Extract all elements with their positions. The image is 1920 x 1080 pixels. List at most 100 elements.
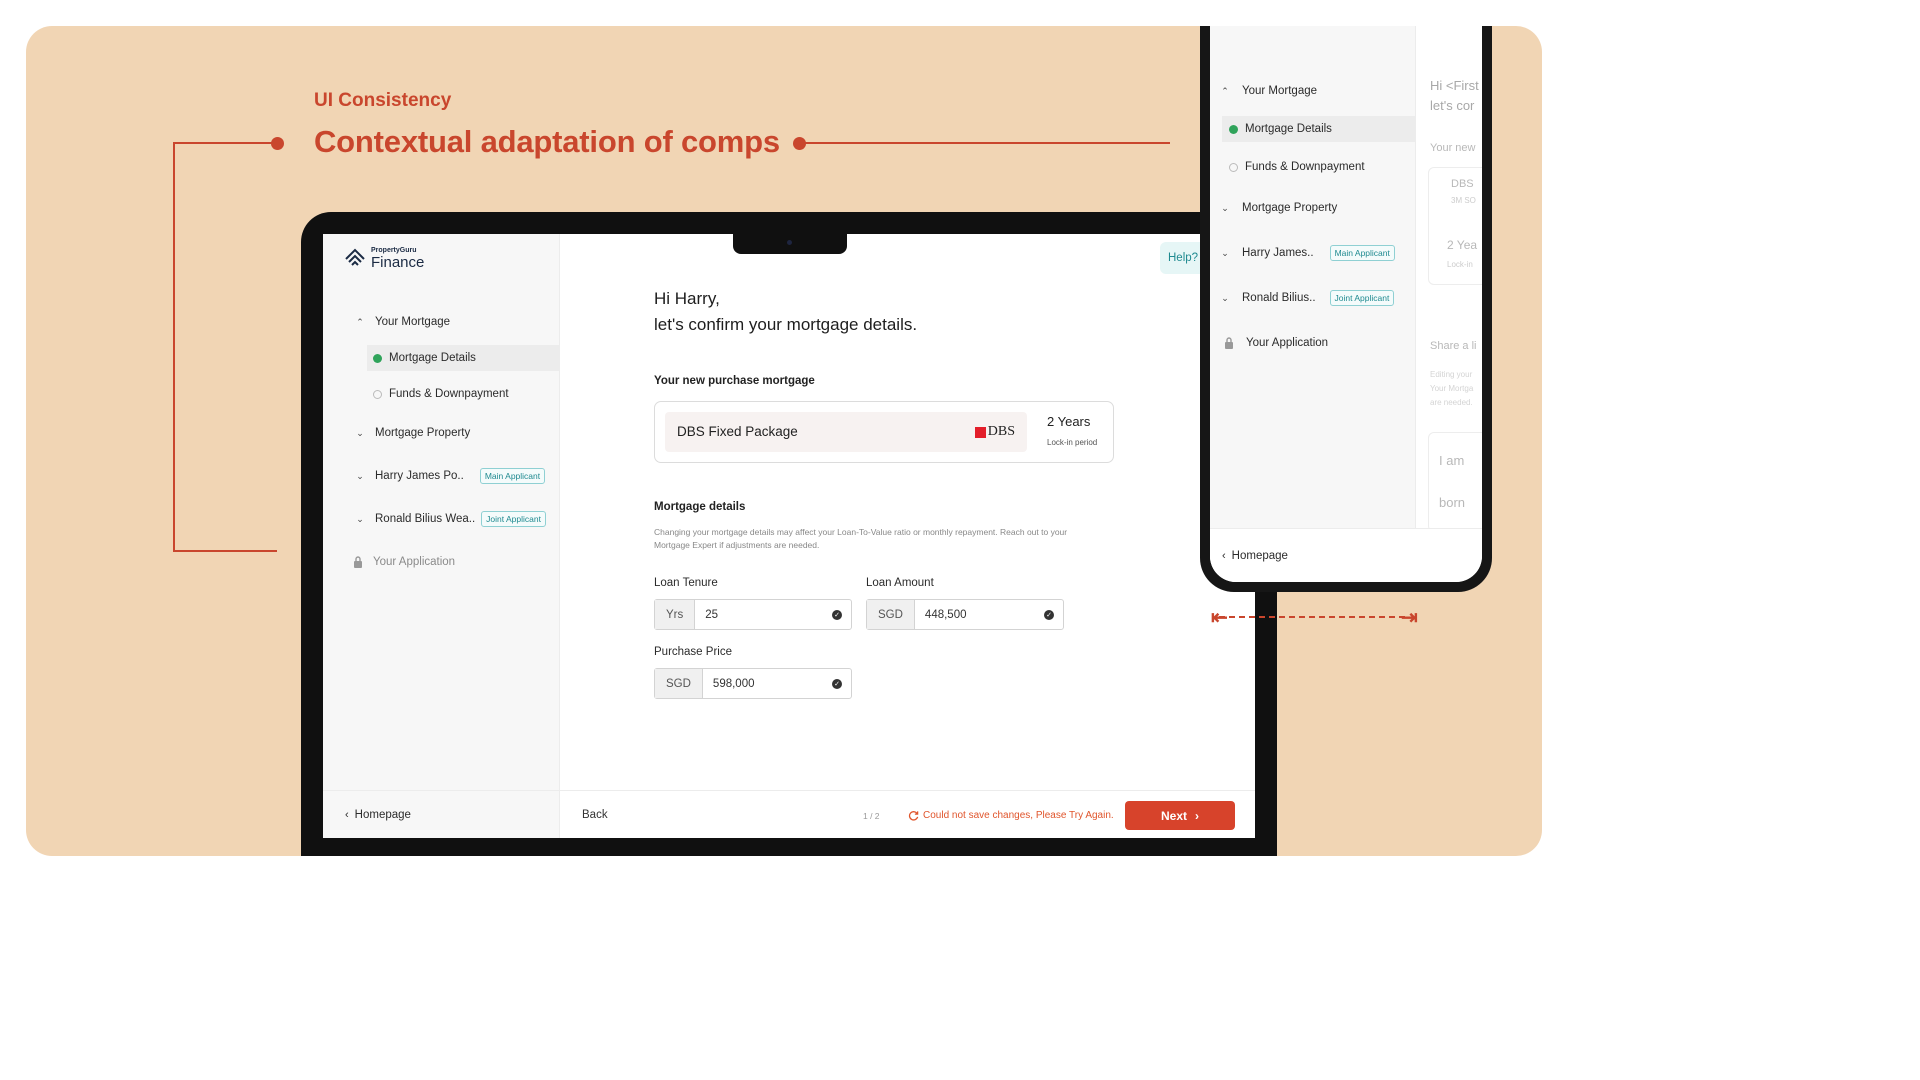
main-applicant-badge: Main Applicant — [479, 468, 546, 484]
m-nav-your-mortgage[interactable]: ⌃ Your Mortgage — [1210, 78, 1416, 104]
chevron-down-icon: ⌄ — [1221, 202, 1229, 213]
width-indicator-line — [1219, 616, 1405, 618]
chevron-down-icon: ⌄ — [1221, 247, 1229, 258]
homepage-label: Homepage — [354, 808, 411, 821]
slide-eyebrow: UI Consistency — [314, 90, 452, 111]
save-error-text: Could not save changes, Please Try Again… — [923, 810, 1114, 821]
desktop-main: Help? Hi Harry, let's confirm your mortg… — [560, 234, 1255, 838]
chevron-right-icon: › — [1195, 808, 1199, 823]
check-circle-icon — [1229, 124, 1238, 134]
homepage-link[interactable]: ‹ Homepage — [323, 790, 560, 838]
package-inner: DBS Fixed Package DBS — [665, 412, 1027, 452]
mobile-sidebar: ⌃ Your Mortgage Mortgage Details Funds &… — [1210, 26, 1416, 582]
nav-mortgage-property[interactable]: ⌄ Mortgage Property — [323, 420, 560, 446]
desktop-sidebar: PropertyGuru Finance ⌃ Your Mortgage Mor… — [323, 234, 560, 838]
nav-label: Ronald Bilius.. — [1242, 292, 1316, 304]
dbs-mark-icon — [974, 426, 986, 438]
mobile-main-peek: Hi <First let's cor Your new DBS 3M SO 2… — [1416, 26, 1482, 532]
m-nav-mortgage-details[interactable]: Mortgage Details — [1222, 116, 1416, 142]
bank-name: DBS — [987, 424, 1015, 439]
joint-applicant-badge: Joint Applicant — [481, 511, 546, 527]
save-error: Could not save changes, Please Try Again… — [908, 810, 1114, 821]
nav-label: Your Mortgage — [375, 316, 451, 328]
desktop-screen: PropertyGuru Finance ⌃ Your Mortgage Mor… — [323, 234, 1255, 838]
m-edit-note-3: are needed. — [1430, 398, 1473, 407]
nav-label: Your Application — [1246, 337, 1329, 349]
check-icon: ✓ — [1044, 609, 1054, 620]
logo-product: Finance — [371, 253, 425, 271]
check-icon: ✓ — [832, 609, 842, 620]
tenure-value: 25 — [705, 608, 719, 621]
m-statement-1: I am — [1439, 453, 1465, 468]
form-footer: Back 1 / 2 Could not save changes, Pleas… — [560, 790, 1255, 838]
bank-logo: DBS — [974, 424, 1015, 440]
nav-label: Your Mortgage — [1242, 85, 1318, 97]
lockin-label: Lock-in period — [1047, 438, 1098, 447]
back-button[interactable]: Back — [582, 809, 608, 821]
nav-label: Funds & Downpayment — [1245, 161, 1365, 173]
arrow-left-icon: ⇤ — [1211, 607, 1228, 629]
mortgage-details-label: Mortgage details — [654, 501, 746, 513]
greeting-line-2: let's confirm your mortgage details. — [654, 315, 918, 334]
m-nav-funds-downpayment[interactable]: Funds & Downpayment — [1210, 154, 1416, 180]
page-indicator: 1 / 2 — [863, 811, 880, 821]
m-bank: DBS — [1451, 178, 1474, 190]
m-years: 2 Yea — [1447, 238, 1478, 252]
pending-circle-icon — [1229, 162, 1238, 172]
m-nav-main-applicant[interactable]: ⌄ Harry James.. Main Applicant — [1210, 240, 1416, 266]
nav-label: Harry James Po.. — [375, 470, 464, 482]
slide-canvas: UI Consistency Contextual adaptation of … — [26, 26, 1542, 856]
loan-amount-field[interactable]: SGD 448,500 ✓ — [866, 599, 1064, 630]
check-circle-icon — [373, 353, 382, 363]
m-package-card: DBS 3M SO 2 Yea Lock-in — [1428, 167, 1482, 285]
connector-dot-left — [271, 137, 284, 150]
package-name: DBS Fixed Package — [677, 424, 798, 439]
loan-tenure-field[interactable]: Yrs 25 ✓ — [654, 599, 852, 630]
chevron-down-icon: ⌄ — [356, 470, 364, 481]
m-lockin: Lock-in — [1447, 260, 1473, 269]
price-prefix: SGD — [655, 669, 703, 698]
camera-icon — [787, 240, 792, 245]
laptop-frame: PropertyGuru Finance ⌃ Your Mortgage Mor… — [301, 212, 1277, 856]
chevron-down-icon: ⌄ — [1221, 292, 1229, 303]
chevron-left-icon: ‹ — [1222, 549, 1226, 562]
logo[interactable]: PropertyGuru Finance — [343, 246, 424, 270]
mortgage-details-note: Changing your mortgage details may affec… — [654, 527, 1068, 550]
chevron-up-icon: ⌃ — [1221, 85, 1229, 96]
package-card: DBS Fixed Package DBS 2 Years Lock-in pe… — [654, 401, 1114, 463]
m-nav-your-application: Your Application — [1210, 330, 1416, 356]
connector-left-vertical — [173, 142, 175, 552]
purchase-price-field[interactable]: SGD 598,000 ✓ — [654, 668, 852, 699]
m-greeting-1: Hi <First — [1430, 78, 1479, 93]
connector-right — [804, 142, 1170, 144]
m-nav-mortgage-property[interactable]: ⌄ Mortgage Property — [1210, 195, 1416, 221]
next-button[interactable]: Next › — [1125, 801, 1235, 830]
chevron-down-icon: ⌄ — [356, 513, 364, 524]
purchase-price-label: Purchase Price — [654, 646, 732, 658]
connector-left-bottom — [173, 550, 277, 552]
loan-amount-label: Loan Amount — [866, 577, 934, 589]
price-value: 598,000 — [712, 677, 755, 690]
nav-funds-downpayment[interactable]: Funds & Downpayment — [323, 381, 560, 407]
nav-label: Harry James.. — [1242, 247, 1314, 259]
nav-joint-applicant[interactable]: ⌄ Ronald Bilius Wea.. Joint Applicant — [323, 506, 560, 532]
loan-tenure-label: Loan Tenure — [654, 577, 718, 589]
m-rate: 3M SO — [1451, 196, 1476, 205]
nav-label: Mortgage Details — [389, 352, 476, 364]
nav-label: Your Application — [373, 556, 456, 568]
main-applicant-badge: Main Applicant — [1329, 245, 1395, 261]
m-share: Share a li — [1430, 340, 1477, 352]
purchase-mortgage-label: Your new purchase mortgage — [654, 375, 815, 387]
chevron-left-icon: ‹ — [345, 808, 349, 821]
arrow-right-icon: ⇥ — [1401, 607, 1418, 629]
check-icon: ✓ — [832, 678, 842, 689]
propertyguru-logo-icon — [345, 248, 365, 266]
nav-label: Mortgage Property — [1242, 202, 1338, 214]
nav-main-applicant[interactable]: ⌄ Harry James Po.. Main Applicant — [323, 463, 560, 489]
nav-your-mortgage[interactable]: ⌃ Your Mortgage — [323, 309, 560, 335]
nav-mortgage-details[interactable]: Mortgage Details — [367, 345, 560, 371]
m-homepage-link[interactable]: ‹ Homepage — [1210, 528, 1482, 582]
m-edit-note-2: Your Mortga — [1430, 384, 1474, 393]
lockin-years: 2 Years — [1047, 414, 1091, 429]
m-nav-joint-applicant[interactable]: ⌄ Ronald Bilius.. Joint Applicant — [1210, 285, 1416, 311]
